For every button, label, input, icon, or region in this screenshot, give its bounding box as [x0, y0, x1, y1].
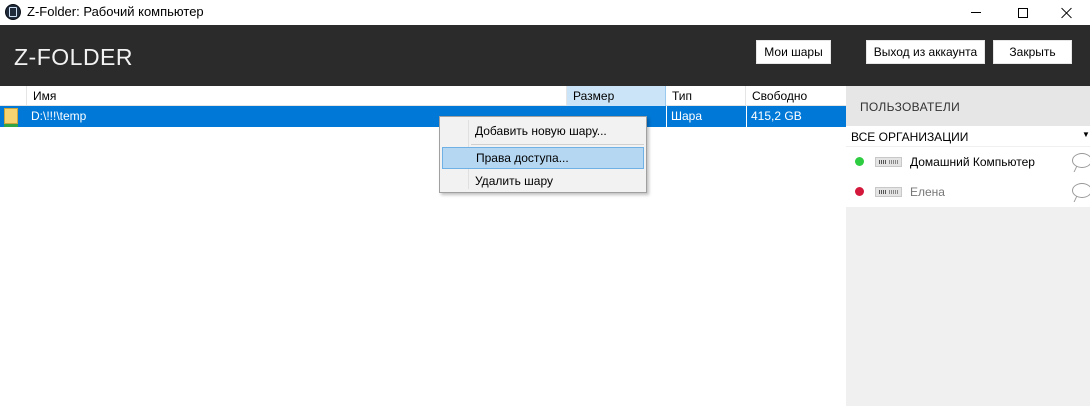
menu-item-access-rights[interactable]: Права доступа...	[442, 147, 644, 169]
minimize-icon	[971, 12, 981, 13]
status-offline-icon	[855, 187, 864, 196]
status-online-icon	[855, 157, 864, 166]
user-item-home-computer[interactable]: Домашний Компьютер	[846, 147, 1090, 177]
chevron-down-icon: ▼	[1082, 130, 1090, 139]
computer-icon	[875, 157, 902, 167]
app-icon	[5, 4, 21, 20]
logout-button[interactable]: Выход из аккаунта	[866, 40, 985, 64]
menu-separator	[471, 144, 644, 145]
column-header-name[interactable]: Имя	[27, 86, 567, 106]
close-button[interactable]: Закрыть	[993, 40, 1072, 64]
column-header-size[interactable]: Размер	[567, 86, 666, 106]
window-title: Z-Folder: Рабочий компьютер	[27, 4, 204, 19]
users-panel-title: ПОЛЬЗОВАТЕЛИ	[860, 100, 960, 114]
users-panel-header: ПОЛЬЗОВАТЕЛИ	[846, 86, 1090, 126]
close-window-button[interactable]	[1044, 0, 1090, 25]
column-header-free[interactable]: Свободно	[746, 86, 846, 106]
organization-select-value: ВСЕ ОРГАНИЗАЦИИ	[851, 130, 969, 144]
row-type: Шара	[666, 106, 746, 127]
close-icon	[1061, 7, 1073, 19]
table-row[interactable]: D:\!!!\temp Шара 415,2 GB	[0, 106, 846, 127]
chat-icon[interactable]	[1072, 153, 1090, 168]
menu-item-add-share[interactable]: Добавить новую шару...	[442, 120, 644, 142]
row-icon-cell	[0, 106, 27, 127]
table-header: Имя Размер Тип Свободно	[0, 86, 846, 106]
column-header-icon[interactable]	[0, 86, 27, 106]
context-menu: Добавить новую шару... Права доступа... …	[439, 116, 647, 193]
menu-item-delete-share[interactable]: Удалить шару	[442, 170, 644, 192]
shares-table: Имя Размер Тип Свободно D:\!!!\temp Шара…	[0, 86, 846, 406]
chat-icon[interactable]	[1072, 183, 1090, 198]
organization-select[interactable]: ВСЕ ОРГАНИЗАЦИИ ▼	[846, 126, 1090, 146]
user-name: Елена	[910, 185, 945, 199]
folder-icon	[4, 108, 18, 127]
computer-icon	[875, 187, 902, 197]
users-panel: ПОЛЬЗОВАТЕЛИ ВСЕ ОРГАНИЗАЦИИ ▼ Домашний …	[846, 86, 1090, 406]
maximize-icon	[1018, 7, 1028, 18]
user-item-elena[interactable]: Елена	[846, 177, 1090, 207]
minimize-button[interactable]	[953, 0, 999, 25]
title-bar: Z-Folder: Рабочий компьютер	[0, 0, 1090, 25]
row-free: 415,2 GB	[746, 106, 846, 127]
my-shares-button[interactable]: Мои шары	[756, 40, 831, 64]
user-name: Домашний Компьютер	[910, 155, 1035, 169]
column-header-type[interactable]: Тип	[666, 86, 746, 106]
maximize-button[interactable]	[1000, 0, 1046, 25]
app-header: Z-FOLDER Мои шары Выход из аккаунта Закр…	[0, 25, 1090, 86]
app-logo: Z-FOLDER	[14, 44, 133, 70]
